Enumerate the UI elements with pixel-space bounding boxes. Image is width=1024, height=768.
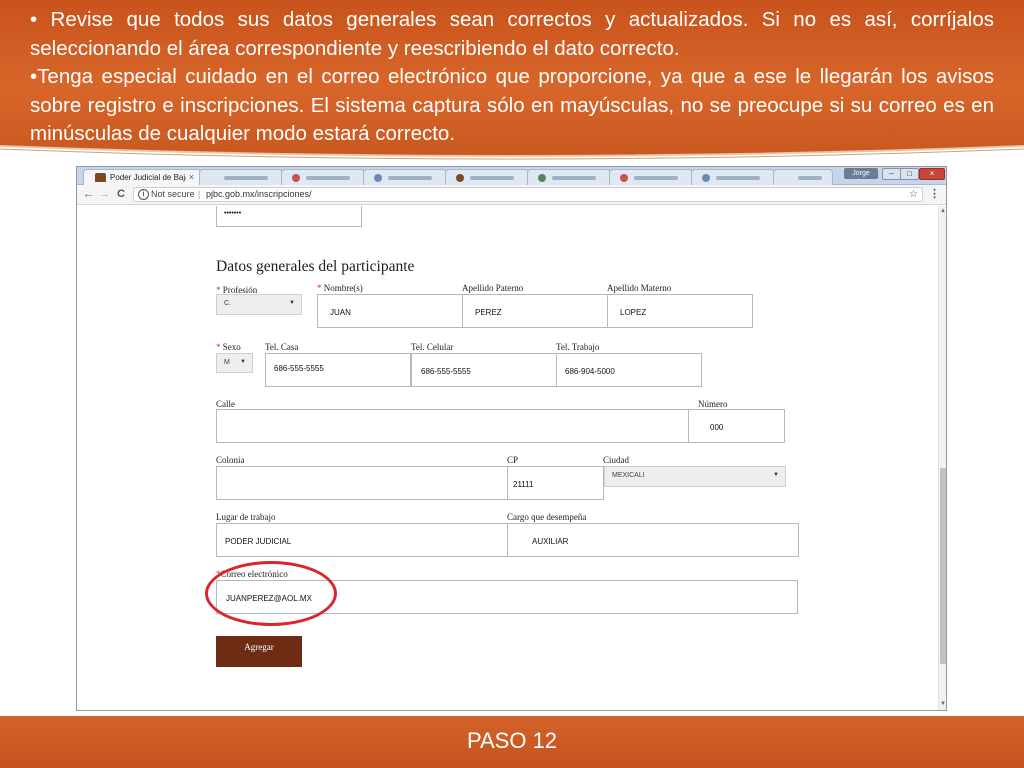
apellido-paterno-label: Apellido Paterno xyxy=(462,283,524,293)
tel-trabajo-label: Tel. Trabajo xyxy=(556,342,600,352)
tel-celular-label: Tel. Celular xyxy=(411,342,454,352)
tel-casa-field[interactable]: 686-555-5555 xyxy=(265,353,411,387)
tab-blurred-2[interactable] xyxy=(281,169,365,185)
tab-poder-judicial[interactable]: Poder Judicial de Baja Ca × xyxy=(83,169,201,185)
chevron-down-icon: ▼ xyxy=(240,359,246,365)
user-badge[interactable]: Jorge xyxy=(844,168,878,179)
window-close-button[interactable]: × xyxy=(919,168,945,180)
tab-blurred-1[interactable] xyxy=(199,169,283,185)
step-label: PASO 12 xyxy=(466,728,558,753)
scroll-up-icon[interactable]: ▲ xyxy=(940,208,946,214)
security-label: Not secure xyxy=(151,189,195,199)
slide-header: • Revise que todos sus datos generales s… xyxy=(0,0,1024,162)
tab-label: Poder Judicial de Baja Ca xyxy=(110,173,186,182)
tab-bar: Poder Judicial de Baja Ca × Jorge – □ × xyxy=(77,167,946,185)
calle-label: Calle xyxy=(216,399,235,409)
building-icon xyxy=(95,173,106,182)
instructions: • Revise que todos sus datos generales s… xyxy=(30,6,994,149)
tel-celular-field[interactable]: 686-555-5555 xyxy=(411,353,557,387)
cargo-field[interactable]: AUXILIAR xyxy=(507,523,799,557)
page-content: ••••••• Datos generales del participante… xyxy=(77,206,938,710)
browser-window: Poder Judicial de Baja Ca × Jorge – □ × … xyxy=(76,166,947,711)
apellido-materno-field[interactable]: LOPEZ xyxy=(607,294,753,328)
password-field[interactable]: ••••••• xyxy=(216,206,362,227)
nombre-field[interactable]: JUAN xyxy=(317,294,463,328)
ciudad-label: Ciudad xyxy=(603,455,629,465)
apellido-materno-label: Apellido Materno xyxy=(607,283,672,293)
menu-icon[interactable]: ⋮ xyxy=(929,187,940,200)
address-bar[interactable]: i Not secure | pjbc.gob.mx/inscripciones… xyxy=(133,187,923,202)
browser-toolbar: ← → C i Not secure | pjbc.gob.mx/inscrip… xyxy=(77,185,946,205)
chevron-down-icon: ▼ xyxy=(773,472,779,478)
instruction-bullet-1: • Revise que todos sus datos generales s… xyxy=(30,8,994,60)
scrollbar-thumb[interactable] xyxy=(940,468,946,664)
nombre-label: * Nombre(s) xyxy=(317,283,363,293)
lugar-trabajo-field[interactable]: PODER JUDICIAL xyxy=(216,523,508,557)
email-highlight-circle xyxy=(205,561,337,626)
slide-footer: PASO 12 xyxy=(0,716,1024,768)
close-icon[interactable]: × xyxy=(189,172,194,182)
url-text[interactable]: pjbc.gob.mx/inscripciones/ xyxy=(206,188,312,201)
tab-blurred-6[interactable] xyxy=(609,169,693,185)
lugar-trabajo-label: Lugar de trabajo xyxy=(216,512,276,522)
colonia-field[interactable] xyxy=(216,466,508,500)
tab-blurred-7[interactable] xyxy=(691,169,775,185)
tab-blurred-5[interactable] xyxy=(527,169,611,185)
tab-blurred-3[interactable] xyxy=(363,169,447,185)
maximize-button[interactable]: □ xyxy=(900,168,919,180)
cp-label: CP xyxy=(507,455,519,465)
apellido-paterno-field[interactable]: PEREZ xyxy=(462,294,608,328)
tel-trabajo-field[interactable]: 686-904-5000 xyxy=(556,353,702,387)
numero-field[interactable]: 000 xyxy=(688,409,785,443)
tab-blurred-4[interactable] xyxy=(445,169,529,185)
ciudad-select[interactable]: MEXICALI ▼ xyxy=(604,466,786,487)
instruction-bullet-2: •Tenga especial cuidado en el correo ele… xyxy=(30,65,994,145)
reload-icon[interactable]: C xyxy=(117,188,125,201)
sexo-label: * Sexo xyxy=(216,342,241,352)
vertical-scrollbar[interactable]: ▲ ▼ xyxy=(938,206,946,710)
tab-blurred-8[interactable] xyxy=(773,169,833,185)
section-title: Datos generales del participante xyxy=(216,258,415,275)
minimize-button[interactable]: – xyxy=(882,168,901,180)
scroll-down-icon[interactable]: ▼ xyxy=(940,701,946,707)
calle-field[interactable] xyxy=(216,409,690,443)
tel-casa-label: Tel. Casa xyxy=(265,342,299,352)
cargo-label: Cargo que desempeña xyxy=(507,512,587,522)
chevron-down-icon: ▼ xyxy=(289,300,295,306)
url-separator: | xyxy=(198,189,201,199)
header-divider-curve xyxy=(0,145,1024,162)
profesion-select[interactable]: C. ▼ xyxy=(216,294,302,315)
star-icon[interactable]: ☆ xyxy=(909,188,918,201)
numero-label: Número xyxy=(698,399,728,409)
cp-field[interactable]: 21111 xyxy=(507,466,604,500)
agregar-button[interactable]: Agregar xyxy=(216,636,302,667)
colonia-label: Colonia xyxy=(216,455,245,465)
info-icon[interactable]: i xyxy=(138,189,149,200)
forward-arrow-icon[interactable]: → xyxy=(99,188,110,201)
back-arrow-icon[interactable]: ← xyxy=(83,188,94,201)
sexo-select[interactable]: M ▼ xyxy=(216,353,253,373)
